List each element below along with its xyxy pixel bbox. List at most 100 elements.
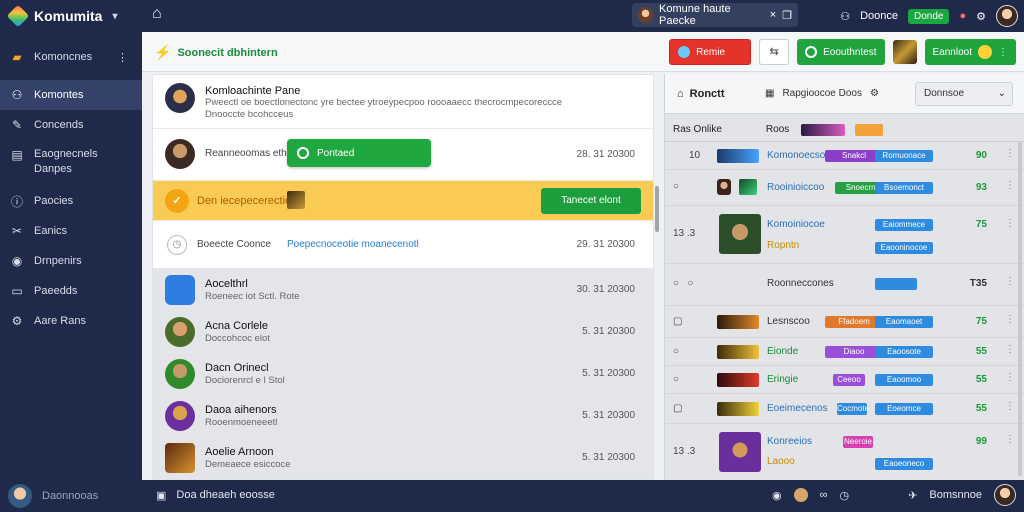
home-icon[interactable]: ⌂ (677, 88, 684, 100)
footer-right: ✈ Bomsnnoe (908, 484, 1016, 506)
feed-text: Roeneec iot Sctl. Rote (205, 291, 300, 302)
app-brand[interactable]: Komumita ▾ (6, 4, 117, 28)
list-item[interactable]: Komloachinte Pane Pweectl oe boectlonect… (153, 75, 653, 129)
status-badge[interactable]: Donde (908, 8, 950, 24)
panel-title-text: Ronctt (689, 88, 725, 100)
list-item[interactable]: ✓ Den iecepecerectie Tanecet elont (153, 181, 653, 221)
list-item[interactable]: Daoa aihenors Rooenmoeneeetl 5. 31 20300 (153, 395, 653, 437)
settings-icon[interactable]: ⚙ (976, 10, 986, 23)
top-right-label[interactable]: Doonce (860, 10, 898, 22)
people-icon[interactable]: ⚇ (840, 10, 850, 23)
panel-scrollbar[interactable] (1018, 142, 1022, 476)
filter-select[interactable]: Donnsoe ⌄ (915, 82, 1013, 106)
announce-button[interactable]: Eannloot ⋮ (924, 39, 1016, 65)
bookmark-icon[interactable]: ❐ (782, 9, 792, 22)
list-item[interactable]: Reanneoomas ethe Pontaed 28. 31 20300 (153, 129, 653, 181)
more-icon[interactable]: ⋮ (1005, 401, 1015, 412)
sidebar-item-eanics[interactable]: ✂ Eanics (0, 216, 142, 246)
close-icon[interactable]: × (770, 9, 776, 21)
player-name[interactable]: Eionde (767, 346, 798, 357)
list-item[interactable]: Aocelthrl Roeneec iot Sctl. Rote 30. 31 … (153, 269, 653, 311)
more-icon[interactable]: ⋮ (998, 47, 1008, 58)
table-row[interactable]: ○ ○ Roonneccones T35 ⋮ (665, 264, 1024, 306)
home-icon[interactable]: ⌂ (152, 5, 162, 23)
footer-right-label[interactable]: Bomsnnoe (929, 489, 982, 501)
sidebar-item-sublabel: Danpes (34, 163, 72, 175)
list-item[interactable]: Aoelie Arnoon Demeaece esiccoce 5. 31 20… (153, 437, 653, 479)
player-name[interactable]: Roonneccones (767, 278, 834, 289)
avatar[interactable] (793, 488, 808, 502)
table-row[interactable]: ○ Rooinioiccoo Snoecrnat Bsoemonct 93 ⋮ (665, 170, 1024, 206)
player-name[interactable]: Lesnscoo (767, 316, 810, 327)
clock-icon[interactable]: ◷ (839, 489, 849, 502)
sidebar-item-aare-rans[interactable]: ⚙ Aare Rans (0, 306, 142, 336)
player-name[interactable]: Komonoecsok (767, 150, 830, 161)
avatar[interactable] (8, 484, 32, 508)
player-name[interactable]: Eringie (767, 374, 798, 385)
table-row[interactable]: 10 Komonoecsok Snakcl Romuonace 90 ⋮ (665, 142, 1024, 170)
settings-icon[interactable]: ⚙ (870, 88, 879, 99)
more-icon[interactable]: ⋮ (1005, 218, 1015, 229)
chevron-down-icon[interactable]: ▾ (112, 11, 117, 22)
footer-username: Daonnooas (42, 490, 99, 502)
more-icon[interactable]: ⋮ (117, 51, 128, 64)
column-header: Roos (765, 124, 790, 135)
feed-scrollbar[interactable] (655, 186, 659, 232)
table-row[interactable]: 13 .3 Komoiniocoe Ropntn Eaiommece Eaoon… (665, 206, 1024, 264)
export-button[interactable]: Eoouthntest (797, 39, 885, 65)
more-icon[interactable]: ⋮ (1005, 372, 1015, 383)
sidebar-item-drnpenirs[interactable]: ◉ Drnpenirs (0, 246, 142, 276)
more-icon[interactable]: ⋮ (1005, 314, 1015, 325)
emoji-icon (978, 45, 992, 59)
player-name[interactable]: Eoeimecenos (767, 403, 828, 414)
follow-button[interactable]: Pontaed (287, 139, 431, 167)
sidebar-item-paeedds[interactable]: ▭ Paeedds (0, 276, 142, 306)
accept-button[interactable]: Tanecet elont (541, 188, 641, 214)
sidebar-item-label: Eaognecnels (34, 148, 98, 160)
list-item[interactable]: Dacn Orinecl Dociorenrcl e l Stol 5. 31 … (153, 353, 653, 395)
community-label: Komune haute Paecke (659, 3, 731, 27)
table-row[interactable]: ▢ Eoeimecenos Cocmote Eoeomce 55 ⋮ (665, 394, 1024, 424)
table-row[interactable]: 13 .3 Konreeios Laooo Neeroie Eaoeoneco … (665, 424, 1024, 480)
tag: Eaomaoet (875, 316, 933, 328)
user-avatar[interactable] (994, 484, 1016, 506)
sidebar-item-komontes[interactable]: ⚇ Komontes (0, 80, 142, 110)
swap-button[interactable]: ⇆ (759, 39, 790, 65)
sidebar-item-paocies[interactable]: ⓘ Paocies (0, 186, 142, 216)
game-thumbnail[interactable] (892, 40, 917, 64)
player-name[interactable]: Konreeios (767, 436, 812, 447)
more-icon[interactable]: ⋮ (1005, 276, 1015, 287)
feed-link[interactable]: Poepecnoceotie moanecenotl (287, 239, 419, 250)
more-icon[interactable]: ⋮ (1005, 434, 1015, 445)
more-icon[interactable]: ⋮ (1005, 148, 1015, 159)
send-icon[interactable]: ✈ (908, 489, 917, 502)
sidebar-item-komoncnes[interactable]: ▰ Komoncnes ⋮ (0, 42, 142, 72)
link-icon[interactable]: ∞ (820, 489, 828, 501)
community-switcher[interactable]: Komune haute Paecke × ❐ (632, 3, 798, 27)
compose-bar[interactable]: ▣ Doa dheaeh eoosse (156, 489, 275, 502)
list-item[interactable]: Acna Corlele Doccohcoc elot 5. 31 20300 (153, 311, 653, 353)
table-row[interactable]: ○ Eionde Diaoo Eaoosote 55 ⋮ (665, 338, 1024, 366)
player-name[interactable]: Rooinioiccoo (767, 182, 824, 193)
more-icon[interactable]: ⋮ (1005, 344, 1015, 355)
player-name[interactable]: Komoiniocoe (767, 219, 825, 230)
panel-tab[interactable]: ▦ Rapgioocoe Doos ⚙ (765, 88, 879, 99)
sidebar-item-label: Eanics (34, 225, 68, 237)
player-subname: Ropntn (767, 240, 800, 251)
table-row[interactable]: ○ Eringie Ceeoo Eaoomoo 55 ⋮ (665, 366, 1024, 394)
tag: Eaoosote (875, 346, 933, 358)
remove-button[interactable]: Remie (669, 39, 752, 65)
sidebar-item-label: Paeedds (34, 285, 78, 297)
sidebar-item-concends[interactable]: ✎ Concends (0, 110, 142, 140)
row-icon: ○ (673, 346, 680, 357)
sidebar-item-label: Komontes (34, 89, 84, 101)
sidebar-item-eaognecnels[interactable]: ▤ Eaognecnels Danpes (0, 140, 142, 186)
user-avatar[interactable] (996, 5, 1018, 27)
more-icon[interactable]: ⋮ (1005, 180, 1015, 191)
list-item[interactable]: ◷ Boeecte Coonce Poepecnoceotie moanecen… (153, 221, 653, 269)
notification-icon[interactable]: ● (959, 10, 966, 22)
record-icon[interactable]: ◉ (772, 489, 782, 502)
table-row[interactable]: ▢ Lesnscoo Ffadoem Eaomaoet 75 ⋮ (665, 306, 1024, 338)
tag: Cocmote (837, 403, 870, 415)
row-icon: ○ (673, 374, 680, 385)
